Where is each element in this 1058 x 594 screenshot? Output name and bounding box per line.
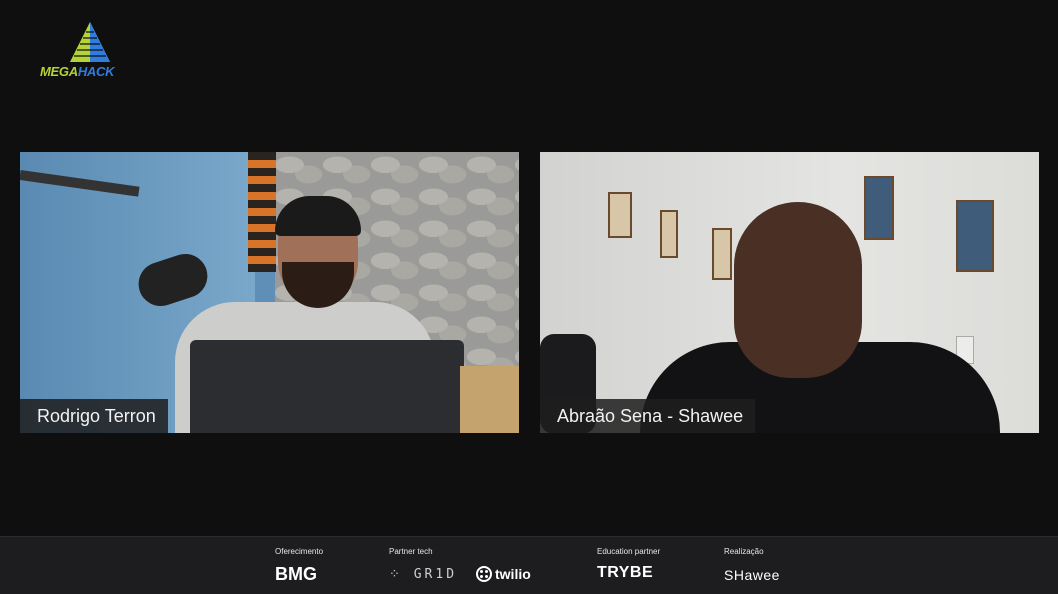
twilio-icon <box>476 566 492 582</box>
megahack-logo: MEGAHACK <box>40 20 140 82</box>
video-tile-rodrigo[interactable]: Rodrigo Terron <box>20 152 519 433</box>
sponsor-bar: Oferecimento BMG Partner tech ⁘ GR1D twi… <box>0 536 1058 594</box>
twilio-logo: twilio <box>476 566 531 582</box>
megahack-wordmark: MEGAHACK <box>40 64 114 79</box>
participant-head <box>734 202 862 378</box>
participant-name: Rodrigo Terron <box>37 405 156 426</box>
twilio-logo-text: twilio <box>495 566 531 582</box>
sponsor-label-partner-tech: Partner tech <box>389 547 433 556</box>
video-tile-abraao[interactable]: Abraão Sena - Shawee <box>540 152 1039 433</box>
grid-logo: ⁘ GR1D <box>389 567 457 582</box>
participant-name-tag: Abraão Sena - Shawee <box>540 399 756 433</box>
wall-picture <box>608 192 632 238</box>
box <box>460 366 519 433</box>
megahack-mountain-icon <box>70 22 110 62</box>
bmg-logo: BMG <box>275 564 317 584</box>
participant-name: Abraão Sena - Shawee <box>557 405 744 426</box>
logo-hack-text: HACK <box>77 64 115 79</box>
participant-name-tag: Rodrigo Terron <box>20 399 168 433</box>
wall-picture <box>660 210 678 258</box>
video-flag <box>248 152 276 272</box>
sponsor-label-oferecimento: Oferecimento <box>275 547 324 556</box>
grid-dots-icon: ⁘ <box>389 567 403 582</box>
wall-picture <box>712 228 732 280</box>
logo-mega-text: MEGA <box>40 64 78 79</box>
laptop <box>190 340 464 433</box>
wall-picture <box>864 176 894 240</box>
shawee-logo: SHawee <box>724 567 780 583</box>
sponsor-label-education-partner: Education partner <box>597 547 661 556</box>
trybe-logo: TRYBE <box>597 564 654 581</box>
sponsor-label-realizacao: Realização <box>724 547 764 556</box>
grid-logo-text: GR1D <box>413 567 458 582</box>
wall-picture <box>956 200 994 272</box>
